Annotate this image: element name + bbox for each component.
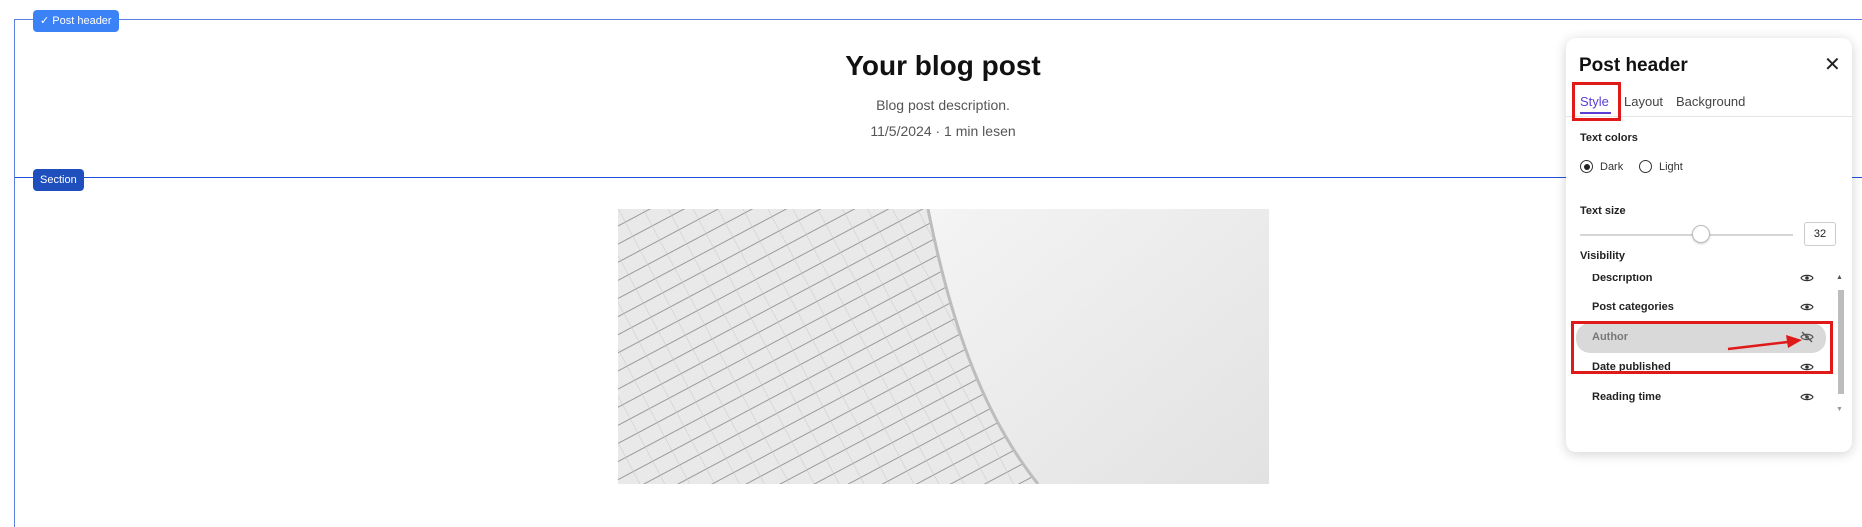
style-tab-highlight (1572, 82, 1621, 121)
tab-layout[interactable]: Layout (1624, 94, 1663, 109)
eye-icon[interactable] (1800, 390, 1814, 404)
blog-hero-image[interactable] (618, 209, 1269, 484)
visibility-item-label: Post categories (1592, 301, 1674, 313)
post-header-settings-panel: Post header ✕ Style Layout Background Te… (1566, 38, 1852, 452)
section-outline-left (14, 177, 15, 527)
panel-title: Post header (1579, 55, 1688, 76)
visibility-label: Visibility (1580, 250, 1626, 262)
visibility-item-reading-time[interactable]: Reading time (1576, 383, 1826, 413)
scroll-down-arrow-icon[interactable]: ▼ (1836, 406, 1843, 413)
visibility-item-label: Description (1592, 274, 1653, 284)
visibility-item-label: Reading time (1592, 391, 1662, 403)
text-colors-label: Text colors (1580, 132, 1638, 144)
light-radio[interactable] (1639, 160, 1652, 173)
visibility-item-description[interactable]: Description (1576, 274, 1826, 294)
text-size-input[interactable]: 32 (1804, 222, 1836, 246)
dark-radio-label[interactable]: Dark (1600, 161, 1623, 173)
visibility-scrollbar[interactable]: ▲ ▼ (1836, 274, 1846, 419)
post-header-tag[interactable]: ✓ Post header (33, 10, 119, 32)
scroll-up-arrow-icon[interactable]: ▲ (1836, 274, 1843, 281)
eye-icon[interactable] (1800, 300, 1814, 314)
tab-background[interactable]: Background (1676, 94, 1745, 109)
dark-radio-selected-dot (1583, 163, 1590, 170)
text-size-slider-thumb[interactable] (1692, 225, 1710, 243)
text-size-slider-track[interactable] (1580, 234, 1793, 236)
text-size-label: Text size (1580, 205, 1626, 217)
light-radio-label[interactable]: Light (1659, 161, 1683, 173)
visibility-item-post-categories[interactable]: Post categories (1576, 293, 1826, 323)
red-arrow-annotation (1727, 335, 1802, 351)
section-tag[interactable]: Section (33, 169, 84, 191)
eye-icon[interactable] (1800, 274, 1814, 285)
scrollbar-thumb[interactable] (1838, 290, 1844, 394)
close-icon[interactable]: ✕ (1824, 52, 1841, 77)
